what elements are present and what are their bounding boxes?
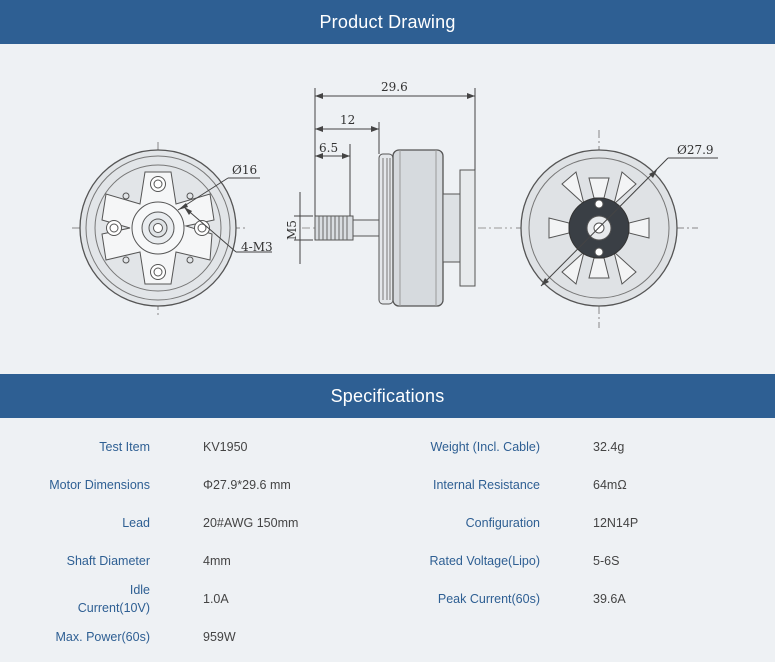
spec-row: Motor Dimensions Φ27.9*29.6 mm Internal … bbox=[0, 466, 775, 504]
spec-value: 4mm bbox=[203, 554, 231, 568]
product-drawing-banner: Product Drawing bbox=[0, 0, 775, 44]
spec-label: Idle Current(10V) bbox=[0, 580, 150, 618]
spec-value: KV1950 bbox=[203, 440, 248, 454]
specifications-table: Test Item KV1950 Weight (Incl. Cable) 32… bbox=[0, 418, 775, 662]
body-diameter-dimension: Ø27.9 bbox=[677, 143, 714, 157]
spec-label: Test Item bbox=[99, 440, 150, 454]
spec-label-line1: Idle bbox=[129, 583, 150, 597]
spec-value: 12N14P bbox=[593, 516, 639, 530]
front-circle-dimension: Ø16 bbox=[232, 163, 257, 177]
spec-label-line2: Current(10V) bbox=[77, 601, 150, 615]
spec-label: Motor Dimensions bbox=[49, 478, 150, 492]
spec-row: Shaft Diameter 4mm Rated Voltage(Lipo) 5… bbox=[0, 542, 775, 580]
specifications-banner: Specifications bbox=[0, 374, 775, 418]
rear-view bbox=[516, 130, 718, 328]
spec-label: Internal Resistance bbox=[432, 478, 540, 492]
specifications-title: Specifications bbox=[330, 385, 445, 406]
mount-holes-dimension: 4-M3 bbox=[241, 240, 273, 254]
spec-label: Lead bbox=[122, 516, 150, 530]
product-drawing-title: Product Drawing bbox=[319, 11, 456, 32]
spec-label: Max. Power(60s) bbox=[55, 630, 150, 644]
spec-row: Lead 20#AWG 150mm Configuration 12N14P bbox=[0, 504, 775, 542]
shaft-length-dimension: 6.5 bbox=[319, 141, 338, 155]
product-page: Product Drawing Ø16 4-M3 29.6 12 6.5 M5 … bbox=[0, 0, 775, 662]
bell-length-dimension: 12 bbox=[340, 113, 355, 127]
product-drawing: Ø16 4-M3 29.6 12 6.5 M5 Ø27.9 bbox=[0, 44, 775, 374]
spec-label: Peak Current(60s) bbox=[437, 592, 540, 606]
spec-value: 39.6A bbox=[593, 592, 626, 606]
spec-value: 5-6S bbox=[593, 554, 620, 568]
spec-value: 32.4g bbox=[593, 440, 625, 454]
overall-length-dimension: 29.6 bbox=[381, 80, 408, 94]
spec-value: 64mΩ bbox=[593, 478, 627, 492]
spec-value: 959W bbox=[203, 630, 236, 644]
side-view bbox=[294, 88, 512, 307]
spec-label: Rated Voltage(Lipo) bbox=[429, 554, 541, 568]
spec-row: Idle Current(10V) 1.0A Peak Current(60s)… bbox=[0, 580, 775, 618]
spec-label: Weight (Incl. Cable) bbox=[430, 440, 540, 454]
spec-label: Shaft Diameter bbox=[66, 554, 150, 568]
spec-row: Test Item KV1950 Weight (Incl. Cable) 32… bbox=[0, 428, 775, 466]
spec-value: 20#AWG 150mm bbox=[203, 516, 299, 530]
spec-label: Configuration bbox=[465, 516, 540, 530]
shaft-thread-dimension: M5 bbox=[285, 220, 299, 240]
spec-value: Φ27.9*29.6 mm bbox=[203, 478, 291, 492]
spec-row: Max. Power(60s) 959W bbox=[0, 618, 775, 656]
spec-value: 1.0A bbox=[203, 592, 229, 606]
